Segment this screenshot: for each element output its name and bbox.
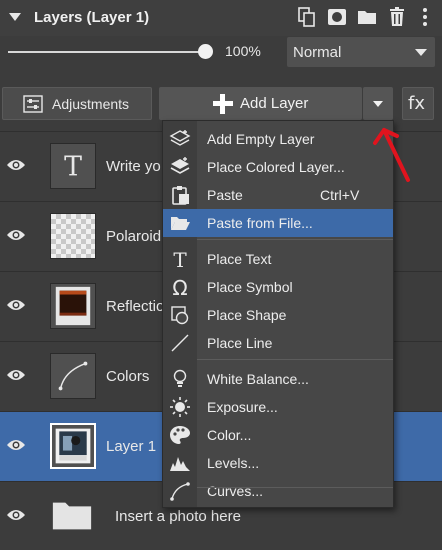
menu-item[interactable]: Levels... bbox=[163, 449, 393, 477]
menu-item[interactable]: Place Shape bbox=[163, 301, 393, 329]
svg-text:Ω: Ω bbox=[172, 277, 187, 297]
menu-item-label: Levels... bbox=[207, 455, 260, 471]
menu-item[interactable]: T Place Text bbox=[163, 245, 393, 273]
layer-thumbnail: T bbox=[50, 143, 96, 189]
effects-button[interactable]: fx bbox=[402, 87, 434, 120]
menu-item-label: Curves... bbox=[207, 483, 264, 499]
menu-item-label: Add Empty Layer bbox=[207, 131, 315, 147]
folder-open-icon bbox=[169, 213, 191, 233]
more-menu-icon[interactable] bbox=[414, 6, 436, 28]
menu-item-label: Paste bbox=[207, 187, 243, 203]
adjustments-icon bbox=[23, 95, 43, 113]
clipboard-icon bbox=[169, 185, 191, 205]
text-icon: T bbox=[169, 248, 191, 272]
layer-name: Write yo bbox=[106, 158, 161, 175]
menu-separator bbox=[197, 487, 393, 488]
panel-title: Layers (Layer 1) bbox=[34, 9, 150, 26]
layer-name: Layer 1 bbox=[106, 438, 157, 455]
menu-item[interactable]: Exposure... bbox=[163, 393, 393, 421]
menu-item-label: Place Shape bbox=[207, 307, 287, 323]
menu-item[interactable]: Add Empty Layer bbox=[163, 125, 393, 153]
folder-icon[interactable] bbox=[356, 6, 378, 28]
menu-item[interactable]: Paste from File... bbox=[163, 209, 393, 237]
layer-name: Reflectio bbox=[106, 298, 165, 315]
menu-separator bbox=[197, 239, 393, 240]
layer-name: Colors bbox=[106, 368, 150, 385]
annotation-arrow-icon bbox=[373, 128, 410, 182]
layer-name: Insert a photo here bbox=[115, 508, 241, 525]
trash-icon[interactable] bbox=[386, 6, 408, 28]
menu-item-label: Exposure... bbox=[207, 399, 278, 415]
line-icon bbox=[169, 333, 191, 353]
menu-item-label: Place Line bbox=[207, 335, 273, 351]
opacity-value: 100% bbox=[225, 43, 261, 59]
menu-item[interactable]: Place Colored Layer... bbox=[163, 153, 393, 181]
add-layer-menu: Add Empty Layer Place Colored Layer... Pas… bbox=[162, 120, 394, 508]
layers-panel-header: Layers (Layer 1) bbox=[0, 0, 442, 36]
mask-icon[interactable] bbox=[326, 6, 348, 28]
menu-item-label: Place Text bbox=[207, 251, 272, 267]
levels-icon bbox=[169, 453, 191, 473]
layer-thumbnail bbox=[50, 213, 96, 259]
menu-item[interactable]: Paste Ctrl+V bbox=[163, 181, 393, 209]
layers-filled-icon bbox=[169, 157, 191, 177]
add-layer-label: Add Layer bbox=[240, 95, 309, 112]
menu-item-label: Paste from File... bbox=[207, 215, 313, 231]
fx-label: fx bbox=[408, 93, 425, 114]
layer-thumbnail bbox=[50, 283, 96, 329]
svg-text:T: T bbox=[64, 152, 82, 183]
menu-separator bbox=[197, 359, 393, 360]
layer-thumbnail bbox=[50, 423, 96, 469]
chevron-down-icon bbox=[373, 101, 383, 107]
visibility-eye-icon[interactable] bbox=[6, 298, 26, 312]
menu-item[interactable]: Place Line bbox=[163, 329, 393, 357]
layer-thumbnail bbox=[50, 353, 96, 399]
layers-empty-icon bbox=[169, 129, 191, 149]
plus-icon-vertical bbox=[220, 94, 225, 114]
visibility-eye-icon[interactable] bbox=[6, 368, 26, 382]
adjustments-button[interactable]: Adjustments bbox=[2, 87, 152, 120]
visibility-eye-icon[interactable] bbox=[6, 438, 26, 452]
duplicate-layer-icon[interactable] bbox=[296, 6, 318, 28]
palette-icon bbox=[169, 425, 191, 445]
blend-mode-value: Normal bbox=[293, 44, 342, 61]
curves-icon bbox=[169, 481, 191, 501]
visibility-eye-icon[interactable] bbox=[6, 228, 26, 242]
visibility-eye-icon[interactable] bbox=[6, 508, 26, 522]
visibility-eye-icon[interactable] bbox=[6, 158, 26, 172]
svg-text:T: T bbox=[173, 249, 187, 269]
menu-item[interactable]: Curves... bbox=[163, 477, 393, 505]
menu-item-label: Place Colored Layer... bbox=[207, 159, 345, 175]
menu-item-label: Color... bbox=[207, 427, 252, 443]
exposure-icon bbox=[169, 397, 191, 417]
omega-icon: Ω bbox=[169, 276, 191, 300]
collapse-chevron-icon[interactable] bbox=[8, 11, 22, 23]
opacity-slider-knob[interactable] bbox=[198, 44, 213, 59]
blend-mode-select[interactable]: Normal bbox=[287, 37, 435, 67]
menu-item[interactable]: Color... bbox=[163, 421, 393, 449]
bulb-icon bbox=[169, 369, 191, 389]
shape-icon bbox=[169, 305, 191, 325]
add-layer-dropdown-button[interactable] bbox=[363, 87, 393, 120]
adjustments-label: Adjustments bbox=[52, 96, 130, 112]
menu-item[interactable]: White Balance... bbox=[163, 365, 393, 393]
layer-thumbnail bbox=[50, 493, 96, 539]
add-layer-button[interactable]: Add Layer bbox=[159, 87, 362, 120]
opacity-slider-track[interactable] bbox=[8, 51, 208, 53]
menu-item[interactable]: Ω Place Symbol bbox=[163, 273, 393, 301]
menu-item-label: White Balance... bbox=[207, 371, 309, 387]
menu-item-shortcut: Ctrl+V bbox=[320, 187, 360, 203]
layer-name: Polaroid bbox=[106, 228, 162, 245]
menu-item-label: Place Symbol bbox=[207, 279, 293, 295]
chevron-down-icon bbox=[415, 49, 427, 56]
